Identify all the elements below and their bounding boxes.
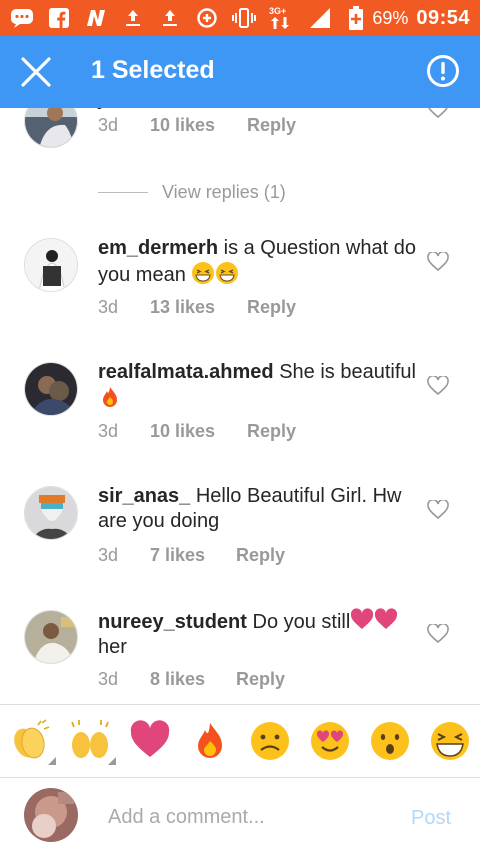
comment-meta: 3d 13 likes Reply [98, 297, 296, 318]
comment-likes[interactable]: 7 likes [150, 545, 236, 566]
comments-list[interactable]: jaeednawaaa 3d 10 likes Reply View repli… [0, 108, 480, 704]
comment-text: sir_anas_ Hello Beautiful Girl. Hw are y… [98, 484, 418, 534]
download-icon [158, 6, 182, 30]
comment-composer: Post [0, 778, 480, 854]
comment-body: Do you still [246, 611, 351, 633]
comment-body-end: her [98, 636, 127, 658]
like-heart-icon[interactable] [427, 498, 449, 520]
comment-time: 3d [98, 545, 119, 565]
avatar[interactable] [24, 238, 78, 292]
comment-meta: 3d 10 likes Reply [98, 421, 296, 442]
emoji-quick-bar [0, 704, 480, 778]
comment-reply-button[interactable]: Reply [236, 545, 285, 566]
red-heart-icon[interactable] [128, 719, 172, 763]
pink-heart-icon [375, 608, 398, 629]
selection-title: 1 Selected [91, 56, 215, 84]
avatar[interactable] [24, 486, 78, 540]
data-saver-icon [195, 6, 219, 30]
post-button[interactable]: Post [411, 807, 451, 830]
raising-hands-icon[interactable] [68, 719, 116, 765]
grinning-face-icon[interactable] [428, 719, 472, 763]
comment-item: sir_anas_ Hello Beautiful Girl. Hw are y… [0, 484, 480, 596]
facebook-icon [47, 6, 71, 30]
comment-item: jaeednawaaa 3d 10 likes Reply View repli… [0, 108, 480, 214]
comment-item: em_dermerh is a Question what do you mea… [0, 236, 480, 348]
astonished-face-icon[interactable] [368, 719, 412, 763]
vibrate-icon [232, 6, 256, 30]
clock: 09:54 [416, 6, 470, 29]
divider [98, 192, 148, 193]
status-bar: 3G+ 69% 09:54 [0, 0, 480, 36]
like-heart-icon[interactable] [427, 374, 449, 396]
n-app-icon [84, 6, 108, 30]
comment-reply-button[interactable]: Reply [236, 669, 285, 690]
view-replies-button[interactable]: View replies (1) [98, 182, 286, 203]
network-type-icon: 3G+ [269, 6, 295, 30]
current-user-avatar [24, 788, 78, 842]
comment-username[interactable]: nureey_student [98, 611, 247, 633]
pink-heart-icon [351, 608, 374, 629]
upload-icon [121, 6, 145, 30]
avatar[interactable] [24, 108, 78, 148]
comment-username[interactable]: em_dermerh [98, 237, 218, 259]
comment-meta: 3d 8 likes Reply [98, 669, 285, 690]
comment-meta: 3d 10 likes Reply [98, 115, 296, 136]
comment-likes[interactable]: 13 likes [150, 297, 247, 318]
signal-icon [308, 6, 332, 30]
comment-text: jaeednawaaa [98, 108, 418, 112]
comment-time: 3d [98, 297, 119, 317]
view-replies-label: View replies (1) [162, 182, 286, 202]
report-icon[interactable] [426, 54, 460, 88]
skin-tone-indicator [48, 757, 56, 765]
comment-body: She is beautiful [273, 361, 416, 383]
close-icon[interactable] [18, 54, 54, 90]
svg-text:3G+: 3G+ [269, 6, 286, 16]
clapping-hands-icon[interactable] [8, 719, 56, 765]
fire-icon[interactable] [188, 719, 232, 763]
avatar[interactable] [24, 610, 78, 664]
grinning-face-icon [192, 262, 215, 284]
avatar[interactable] [24, 362, 78, 416]
fire-icon [103, 387, 117, 407]
like-heart-icon[interactable] [427, 250, 449, 272]
comment-reply-button[interactable]: Reply [247, 115, 296, 136]
comment-time: 3d [98, 421, 119, 441]
comment-item: nureey_student Do you still her 3d 8 like… [0, 608, 480, 704]
comment-text: realfalmata.ahmed She is beautiful [98, 360, 418, 412]
comment-likes[interactable]: 8 likes [150, 669, 236, 690]
comment-likes[interactable]: 10 likes [150, 115, 247, 136]
comment-username[interactable]: realfalmata.ahmed [98, 361, 274, 383]
battery-percent: 69% [372, 7, 409, 28]
like-heart-icon[interactable] [427, 108, 449, 119]
comment-text: nureey_student Do you still her [98, 608, 418, 660]
comment-input[interactable] [108, 802, 388, 832]
comment-time: 3d [98, 669, 119, 689]
comment-time: 3d [98, 115, 119, 135]
raising-hands-icon [227, 108, 251, 109]
like-heart-icon[interactable] [427, 622, 449, 644]
grinning-face-icon [216, 262, 239, 284]
skin-tone-indicator [108, 757, 116, 765]
comment-item: realfalmata.ahmed She is beautiful 3d 10… [0, 360, 480, 472]
comment-username[interactable]: sir_anas_ [98, 485, 190, 507]
frowning-face-icon[interactable] [248, 719, 292, 763]
comment-likes[interactable]: 10 likes [150, 421, 247, 442]
fire-icon [257, 108, 281, 109]
comment-meta: 3d 7 likes Reply [98, 545, 285, 566]
comment-reply-button[interactable]: Reply [247, 421, 296, 442]
comment-text: em_dermerh is a Question what do you mea… [98, 236, 418, 288]
chat-icon [10, 6, 34, 30]
selection-action-bar: 1 Selected [0, 36, 480, 108]
battery-icon [348, 6, 364, 30]
comment-username[interactable]: jaeednawaaa [98, 108, 221, 110]
heart-eyes-icon[interactable] [308, 719, 352, 763]
comment-reply-button[interactable]: Reply [247, 297, 296, 318]
